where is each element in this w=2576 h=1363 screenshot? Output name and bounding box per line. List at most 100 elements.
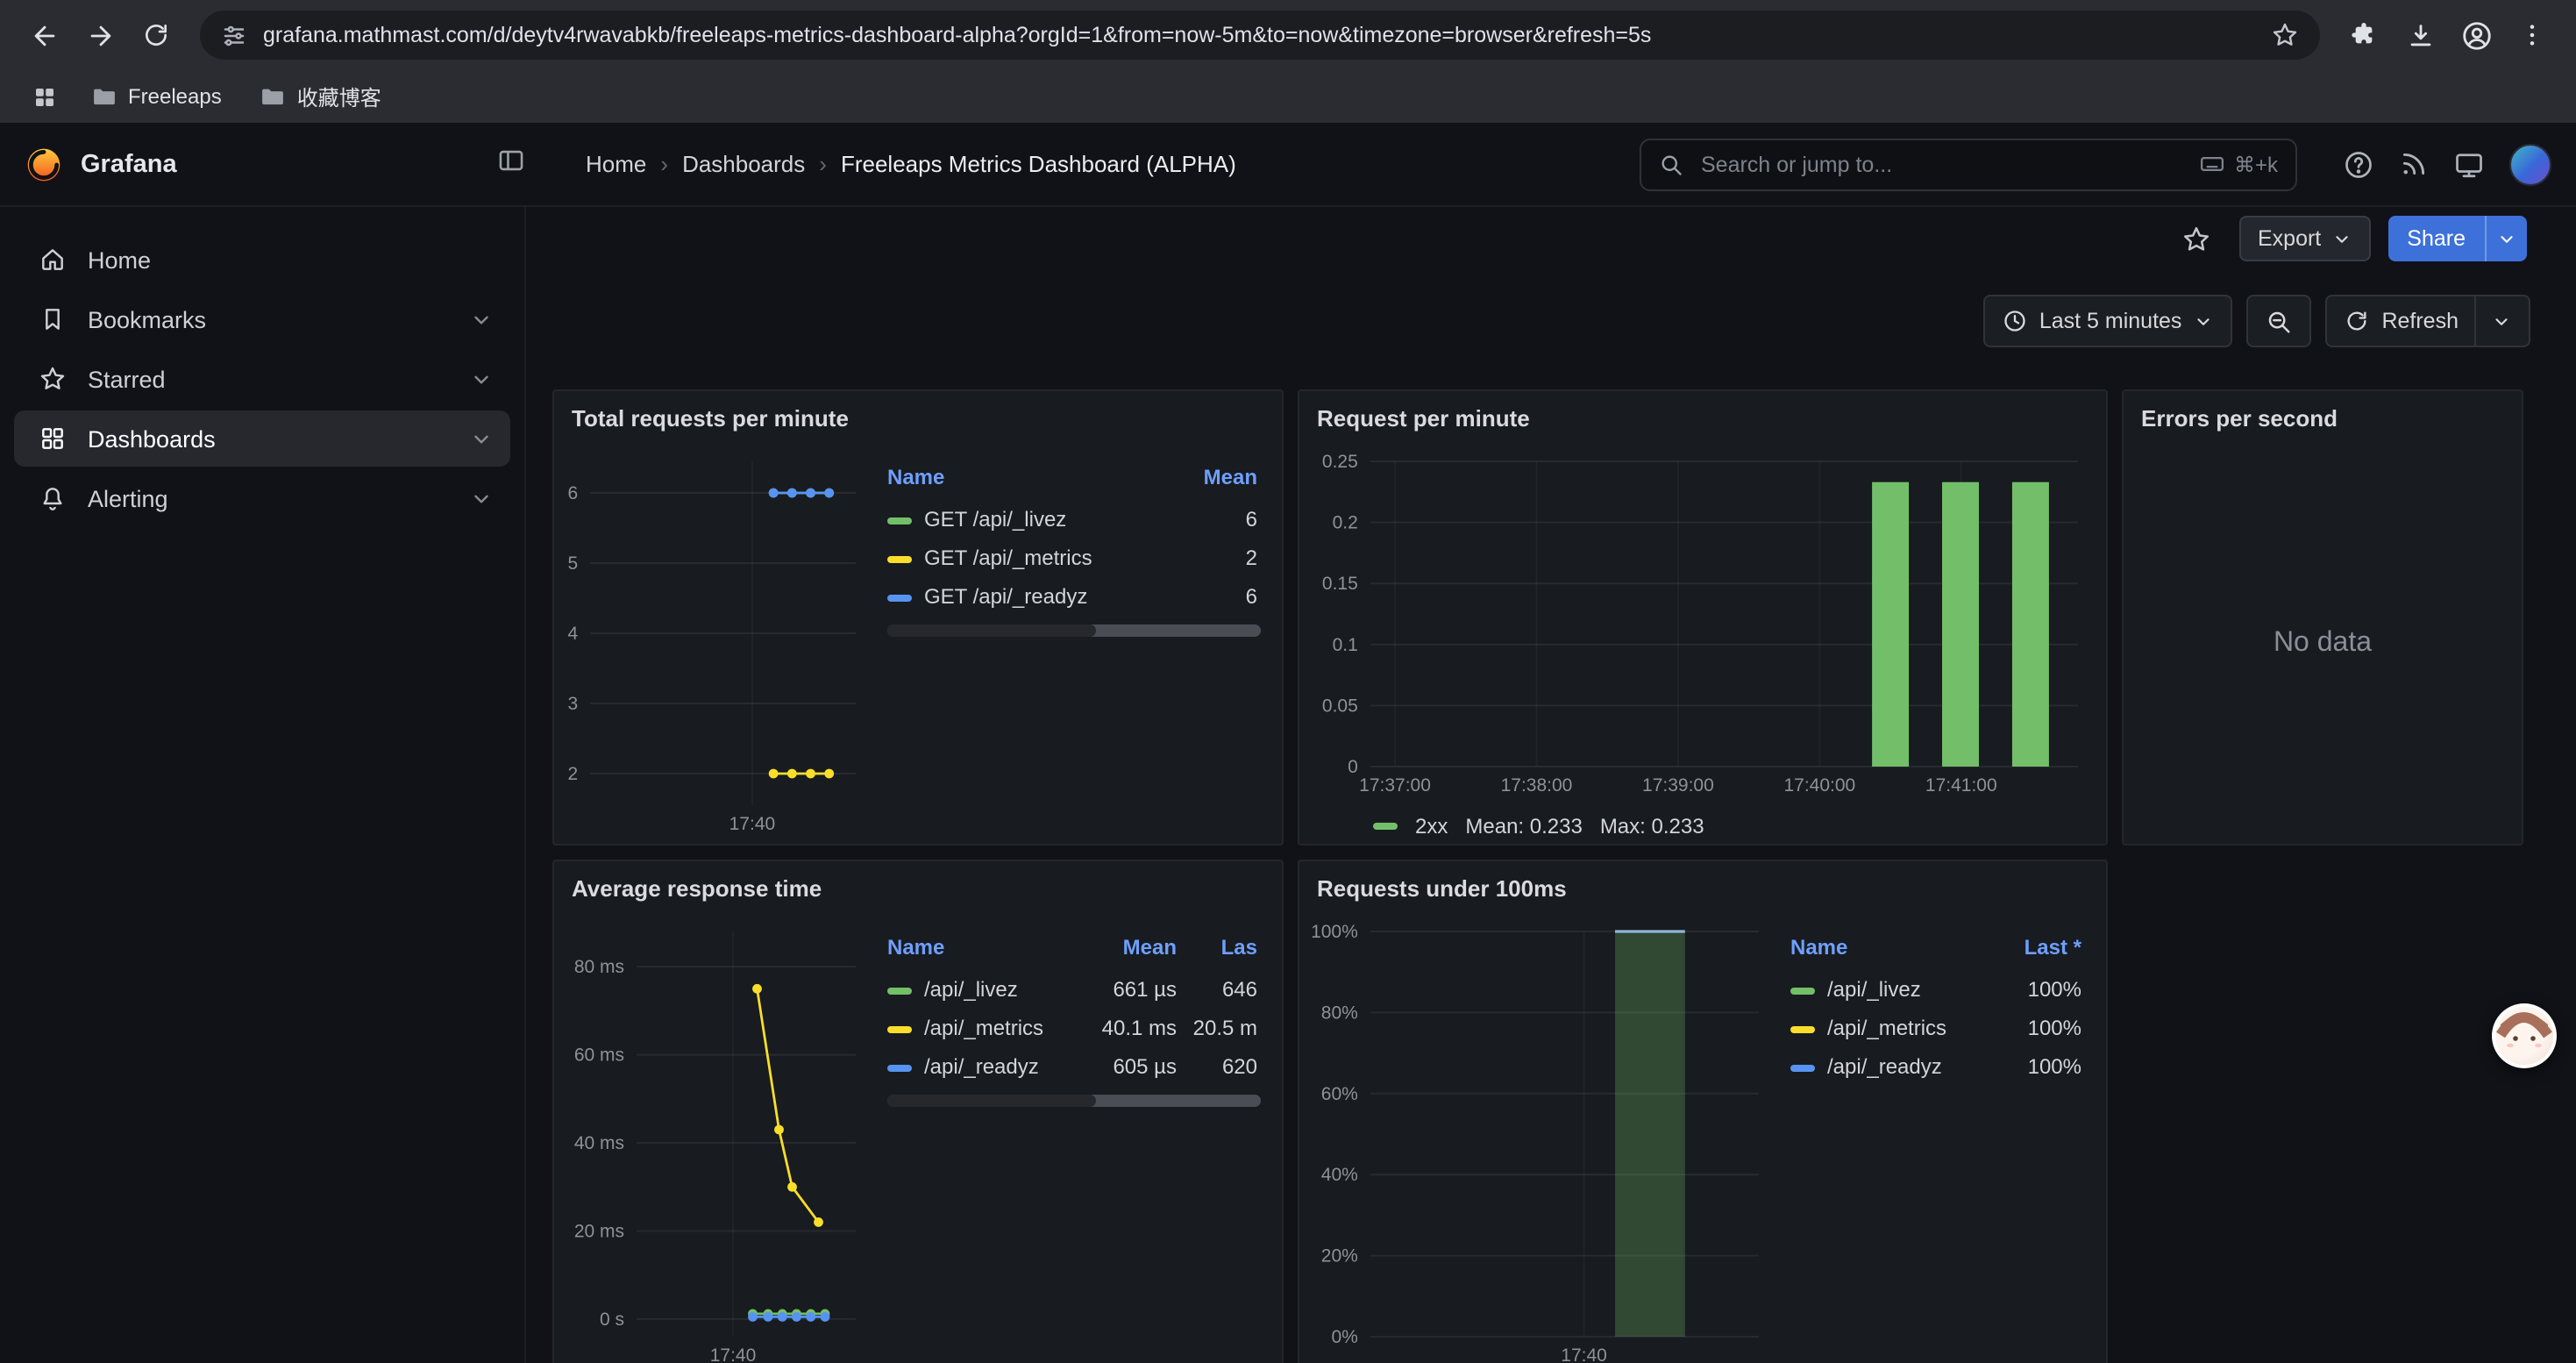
help-icon[interactable] — [2343, 148, 2374, 180]
floating-assistant-avatar[interactable] — [2492, 1003, 2557, 1068]
legend-header-name[interactable]: Name — [887, 931, 1078, 970]
chevron-down-icon[interactable] — [470, 487, 493, 510]
request-per-minute-chart[interactable]: 0.250.20.150.10.05017:37:0017:38:0017:39… — [1310, 447, 2089, 807]
scrollbar-thumb[interactable] — [887, 1095, 1097, 1107]
grafana-logo[interactable] — [25, 145, 63, 183]
panel-request-per-minute: Request per minute 0.250.20.150.10.05017… — [1298, 389, 2108, 846]
browser-toolbar: grafana.mathmast.com/d/deytv4rwavabkb/fr… — [0, 0, 2576, 70]
svg-text:60%: 60% — [1321, 1084, 1358, 1104]
legend-header-mean[interactable]: Mean — [1078, 931, 1180, 970]
sidebar-toggle-button[interactable] — [496, 145, 526, 183]
legend-row[interactable]: GET /api/_readyz 6 — [887, 577, 1261, 616]
series-last: 646 — [1180, 970, 1261, 1009]
star-icon — [2181, 224, 2211, 253]
breadcrumb-dashboards[interactable]: Dashboards — [682, 151, 805, 177]
apps-grid-button[interactable] — [21, 74, 67, 119]
user-avatar[interactable] — [2509, 143, 2551, 185]
sidebar-item-dashboards[interactable]: Dashboards — [14, 410, 510, 467]
legend-scrollbar[interactable] — [887, 1095, 1261, 1107]
site-settings-icon[interactable] — [221, 22, 247, 48]
legend-row[interactable]: /api/_metrics 40.1 ms 20.5 m — [887, 1009, 1261, 1047]
reload-icon — [142, 21, 170, 49]
panel-header[interactable]: Errors per second — [2124, 391, 2522, 444]
legend-row[interactable]: /api/_livez 661 µs 646 — [887, 970, 1261, 1009]
total-requests-chart[interactable]: 6543217:40 — [565, 447, 866, 837]
avg-response-time-chart[interactable]: 80 ms60 ms40 ms20 ms0 s17:40 — [565, 917, 866, 1363]
sidebar-item-starred[interactable]: Starred — [14, 351, 510, 407]
panel-body: 6543217:40 Name Mean GET /api — [554, 444, 1282, 844]
panel-header[interactable]: Total requests per minute — [554, 391, 1282, 444]
tv-kiosk-icon[interactable] — [2453, 148, 2485, 180]
back-icon — [29, 20, 59, 50]
svg-text:100%: 100% — [1311, 922, 1358, 942]
bookmark-label: 收藏博客 — [297, 82, 381, 111]
favorite-dashboard-button[interactable] — [2172, 216, 2221, 261]
address-bar[interactable]: grafana.mathmast.com/d/deytv4rwavabkb/fr… — [200, 11, 2320, 60]
bookmark-folder-blogs[interactable]: 收藏博客 — [246, 76, 395, 117]
legend-row[interactable]: /api/_metrics 100% — [1790, 1009, 2085, 1047]
search-shortcut: ⌘+k — [2199, 151, 2278, 177]
sidebar-item-alerting[interactable]: Alerting — [14, 470, 510, 526]
bookmark-folder-freeleaps[interactable]: Freeleaps — [77, 78, 236, 115]
browser-menu-button[interactable] — [2506, 9, 2558, 61]
sidebar-item-home[interactable]: Home — [14, 232, 510, 288]
svg-text:17:38:00: 17:38:00 — [1501, 775, 1573, 796]
svg-text:5: 5 — [568, 553, 579, 574]
bookmark-star-icon[interactable] — [2271, 21, 2299, 49]
breadcrumb-home[interactable]: Home — [586, 151, 646, 177]
refresh-icon[interactable] — [2345, 309, 2369, 333]
series-name: GET /api/_livez — [924, 507, 1066, 532]
search-input[interactable] — [1697, 150, 2185, 178]
share-menu-button[interactable] — [2485, 216, 2527, 261]
chevron-down-icon[interactable] — [470, 368, 493, 390]
sidebar-item-bookmarks[interactable]: Bookmarks — [14, 291, 510, 347]
reload-button[interactable] — [130, 9, 182, 61]
time-controls: Last 5 minutes Refresh — [1983, 295, 2530, 347]
panel-header[interactable]: Requests under 100ms — [1299, 861, 2106, 914]
folder-icon — [91, 83, 117, 110]
series-last: 20.5 m — [1180, 1009, 1261, 1047]
back-button[interactable] — [18, 9, 70, 61]
search-box[interactable]: ⌘+k — [1640, 138, 2297, 190]
extensions-button[interactable] — [2338, 9, 2390, 61]
svg-text:17:40:00: 17:40:00 — [1783, 775, 1855, 796]
svg-text:17:40: 17:40 — [729, 814, 776, 834]
legend-row[interactable]: GET /api/_livez 6 — [887, 500, 1261, 539]
chevron-down-icon — [2194, 311, 2213, 331]
profile-button[interactable] — [2450, 9, 2502, 61]
forward-button[interactable] — [74, 9, 126, 61]
panel-header[interactable]: Request per minute — [1299, 391, 2106, 444]
legend-row[interactable]: /api/_livez 100% — [1790, 970, 2085, 1009]
folder-icon — [260, 83, 287, 110]
chevron-down-icon[interactable] — [470, 427, 493, 450]
legend-header-last[interactable]: Last * — [1994, 931, 2085, 970]
clock-icon — [2003, 309, 2027, 333]
downloads-button[interactable] — [2394, 9, 2446, 61]
legend-header-name[interactable]: Name — [1790, 931, 1994, 970]
legend-header-last[interactable]: Las — [1180, 931, 1261, 970]
news-rss-icon[interactable] — [2399, 149, 2429, 179]
svg-text:40%: 40% — [1321, 1165, 1358, 1185]
refresh-label[interactable]: Refresh — [2381, 309, 2459, 333]
search-icon — [1659, 152, 1683, 176]
requests-under-100ms-chart[interactable]: 100%80%60%40%20%0%17:40 — [1310, 917, 1769, 1363]
legend-row[interactable]: /api/_readyz 605 µs 620 — [887, 1047, 1261, 1086]
legend-header-name[interactable]: Name — [887, 461, 1170, 500]
legend[interactable]: 2xx Mean: 0.233 Max: 0.233 — [1310, 807, 2089, 846]
legend-row[interactable]: GET /api/_metrics 2 — [887, 539, 1261, 577]
export-button[interactable]: Export — [2238, 216, 2370, 261]
legend-scrollbar[interactable] — [887, 624, 1261, 637]
share-button[interactable]: Share — [2387, 216, 2485, 261]
legend-row[interactable]: /api/_readyz 100% — [1790, 1047, 2085, 1086]
panel-header[interactable]: Average response time — [554, 861, 1282, 914]
chevron-down-icon[interactable] — [2492, 311, 2511, 331]
legend-header-mean[interactable]: Mean — [1170, 461, 1261, 500]
svg-text:0.05: 0.05 — [1322, 696, 1358, 716]
legend-table: Name Mean Las /api/_livez 661 µs 646 — [887, 931, 1261, 1086]
zoom-out-time-button[interactable] — [2246, 295, 2311, 347]
time-range-picker[interactable]: Last 5 minutes — [1983, 295, 2233, 347]
legend: Name Mean Las /api/_livez 661 µs 646 — [866, 917, 1264, 1363]
chevron-down-icon[interactable] — [470, 308, 493, 331]
svg-text:17:39:00: 17:39:00 — [1642, 775, 1714, 796]
scrollbar-thumb[interactable] — [887, 624, 1097, 637]
